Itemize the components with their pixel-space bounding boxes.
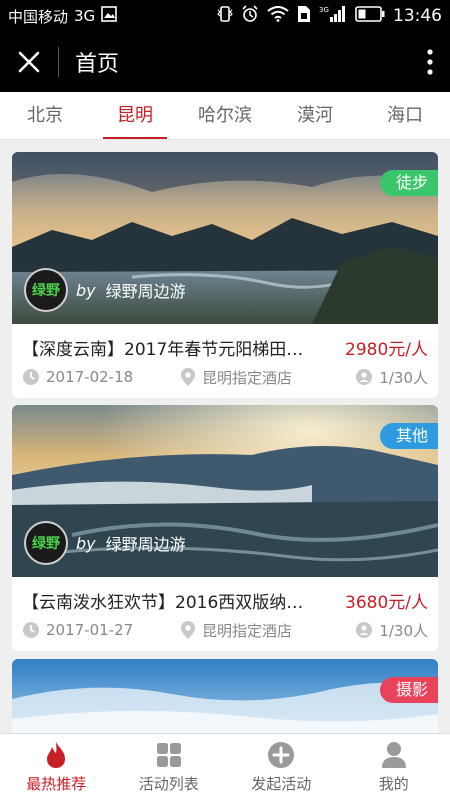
nav-hot-label: 最热推荐 <box>26 775 87 793</box>
clock: 13:46 <box>393 6 442 26</box>
tab-mohe[interactable]: 漠河 <box>270 92 360 139</box>
activity-card[interactable]: 摄影 <box>12 659 438 733</box>
person-icon <box>381 742 406 768</box>
activity-image[interactable]: 徒步 绿野 by 绿野周边游 <box>12 152 438 324</box>
location-pin-icon <box>181 621 195 639</box>
category-badge: 徒步 <box>379 170 438 196</box>
people-icon <box>356 369 373 385</box>
activity-location: 昆明指定酒店 <box>202 368 293 387</box>
organizer-name: 绿野周边游 <box>105 535 186 554</box>
activity-image[interactable]: 摄影 <box>12 659 438 733</box>
close-icon <box>18 51 40 73</box>
category-badge: 其他 <box>379 423 438 449</box>
nav-list-label: 活动列表 <box>138 775 199 793</box>
activity-title: 【深度云南】2017年春节元阳梯田… <box>22 339 304 360</box>
activity-card[interactable]: 徒步 绿野 by 绿野周边游 【深度云南】2017年春节元阳梯田… 2980元/… <box>12 152 438 398</box>
title-bar: 首页 <box>0 32 450 92</box>
nav-hot[interactable]: 最热推荐 <box>0 734 113 800</box>
grid-icon <box>156 743 181 767</box>
organizer-name: 绿野周边游 <box>105 282 186 301</box>
vibrate-icon <box>217 5 233 27</box>
gallery-notification-icon <box>101 6 117 26</box>
activity-price: 3680元/人 <box>345 592 428 613</box>
activity-location: 昆明指定酒店 <box>202 621 293 640</box>
activity-price: 2980元/人 <box>345 339 428 360</box>
organizer[interactable]: 绿野 by 绿野周边游 <box>24 268 186 312</box>
network-small-label: 3G <box>319 6 329 14</box>
alarm-icon <box>241 5 259 27</box>
signal-icon: 3G <box>319 5 347 27</box>
page-title: 首页 <box>75 52 120 77</box>
activity-date: 2017-01-27 <box>46 621 134 639</box>
title-divider <box>58 47 59 77</box>
nav-create-label: 发起活动 <box>251 775 312 793</box>
bottom-nav: 最热推荐 活动列表 发起活动 我的 <box>0 733 450 800</box>
wifi-icon <box>267 6 289 26</box>
carrier-label: 中国移动 <box>8 7 69 26</box>
organizer-by-label: by <box>76 533 96 553</box>
status-bar: 中国移动 3G 3G 13:46 <box>0 0 450 32</box>
more-vertical-icon <box>427 49 433 75</box>
more-button[interactable] <box>410 32 450 92</box>
battery-icon <box>355 6 385 26</box>
organizer-logo: 绿野 <box>24 521 68 565</box>
city-tabs: 北京 昆明 哈尔滨 漠河 海口 <box>0 92 450 140</box>
tab-harbin[interactable]: 哈尔滨 <box>180 92 270 139</box>
organizer[interactable]: 绿野 by 绿野周边游 <box>24 521 186 565</box>
activity-date: 2017-02-18 <box>46 368 134 386</box>
clock-icon <box>23 369 39 385</box>
tab-kunming[interactable]: 昆明 <box>90 92 180 139</box>
organizer-by-label: by <box>76 280 96 300</box>
activity-card[interactable]: 其他 绿野 by 绿野周边游 【云南泼水狂欢节】2016西双版纳… 3680元/… <box>12 405 438 651</box>
plus-circle-icon <box>268 742 295 768</box>
activity-image[interactable]: 其他 绿野 by 绿野周边游 <box>12 405 438 577</box>
activity-people: 1/30人 <box>379 621 428 640</box>
nav-mine[interactable]: 我的 <box>338 734 450 800</box>
people-icon <box>356 622 373 638</box>
location-pin-icon <box>181 368 195 386</box>
activity-title: 【云南泼水狂欢节】2016西双版纳… <box>22 592 304 613</box>
close-button[interactable] <box>0 32 58 92</box>
clock-icon <box>23 622 39 638</box>
nav-mine-label: 我的 <box>378 775 409 793</box>
tab-haikou[interactable]: 海口 <box>360 92 450 139</box>
flame-icon <box>47 742 66 768</box>
nav-list[interactable]: 活动列表 <box>113 734 226 800</box>
nav-create[interactable]: 发起活动 <box>225 734 338 800</box>
category-badge: 摄影 <box>379 677 438 703</box>
network-label: 3G <box>74 7 96 25</box>
sim-card-icon <box>297 5 311 27</box>
tab-beijing[interactable]: 北京 <box>0 92 90 139</box>
organizer-logo: 绿野 <box>24 268 68 312</box>
activity-people: 1/30人 <box>379 368 428 387</box>
